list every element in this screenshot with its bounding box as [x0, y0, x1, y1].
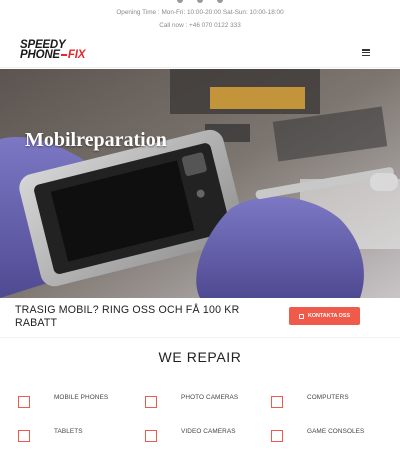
hamburger-icon[interactable]	[362, 49, 370, 56]
logo-accent: FIX	[67, 49, 86, 61]
service-label: VIDEO CAMERAS	[181, 428, 236, 435]
video-camera-icon	[145, 430, 157, 442]
tablet-icon	[18, 430, 30, 442]
service-label: COMPUTERS	[307, 394, 349, 401]
contact-button[interactable]: KONTAKTA OSS	[289, 307, 360, 325]
section-title: WE REPAIR	[158, 349, 242, 365]
social-icons	[177, 0, 223, 3]
hero-image	[0, 69, 400, 298]
game-console-icon	[271, 430, 283, 442]
service-label: PHOTO CAMERAS	[181, 394, 239, 401]
service-video-cameras[interactable]: VIDEO CAMERAS	[145, 424, 255, 454]
hero-banner: Mobilreparation	[0, 69, 400, 298]
service-game-consoles[interactable]: GAME CONSOLES	[271, 424, 381, 454]
social-icon[interactable]	[217, 0, 223, 3]
camera-icon	[145, 396, 157, 408]
contact-icon	[298, 313, 304, 319]
top-info-bar: Opening Time : Mon-Fri: 10:00-20:00 Sat-…	[0, 0, 400, 38]
service-tablets[interactable]: TABLETS	[18, 424, 128, 454]
hero-title: Mobilreparation	[25, 129, 167, 151]
service-photo-cameras[interactable]: PHOTO CAMERAS	[145, 390, 255, 420]
social-icon[interactable]	[197, 0, 203, 3]
contact-button-label: KONTAKTA OSS	[307, 313, 351, 319]
logo-line-2: PHONE	[20, 49, 60, 61]
mobile-phone-icon	[18, 396, 30, 408]
call-now[interactable]: Call now : +46 070 0122 333	[0, 22, 400, 29]
site-header: SPEEDY PHONE FIX	[0, 38, 400, 68]
promo-strip: TRASIG MOBIL? RING OSS OCH FÅ 100 KR RAB…	[0, 298, 400, 338]
opening-time: Opening Time : Mon-Fri: 10:00-20:00 Sat-…	[116, 9, 284, 16]
promo-text: TRASIG MOBIL? RING OSS OCH FÅ 100 KR RAB…	[15, 304, 240, 329]
social-icon[interactable]	[177, 0, 183, 3]
service-label: TABLETS	[54, 428, 83, 435]
service-label: MOBILE PHONES	[54, 394, 109, 401]
service-mobile-phones[interactable]: MOBILE PHONES	[18, 390, 128, 420]
service-computers[interactable]: COMPUTERS	[271, 390, 381, 420]
computer-icon	[271, 396, 283, 408]
logo-divider	[60, 54, 67, 56]
service-label: GAME CONSOLES	[307, 428, 365, 435]
logo[interactable]: SPEEDY PHONE FIX	[20, 39, 86, 61]
